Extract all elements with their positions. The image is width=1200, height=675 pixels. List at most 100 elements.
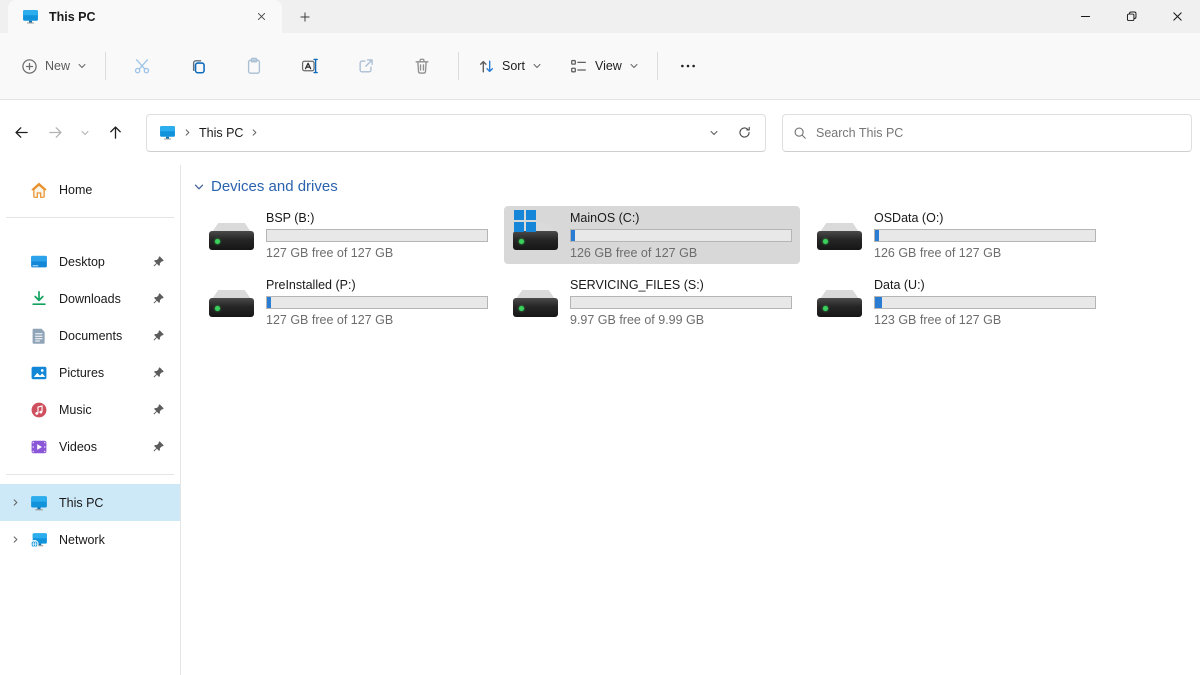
command-toolbar: New Sort View: [0, 33, 1200, 100]
drive-free-space: 126 GB free of 127 GB: [570, 245, 794, 261]
sidebar-item-downloads[interactable]: Downloads: [0, 280, 180, 317]
sort-button[interactable]: Sort: [467, 46, 552, 86]
search-box[interactable]: [782, 114, 1192, 152]
copy-button[interactable]: [178, 46, 218, 86]
chevron-down-icon[interactable]: [193, 181, 205, 193]
sidebar-item-label: This PC: [59, 496, 174, 510]
restore-button[interactable]: [1108, 0, 1154, 33]
search-input[interactable]: [816, 126, 1181, 140]
hard-drive-icon: [512, 213, 560, 261]
tab-close-icon[interactable]: [250, 6, 272, 28]
drive-tile-data[interactable]: Data (U:) 123 GB free of 127 GB: [808, 273, 1104, 331]
tab-this-pc[interactable]: This PC: [8, 0, 282, 33]
group-header-devices-and-drives[interactable]: Devices and drives: [193, 178, 1200, 195]
minimize-button[interactable]: [1062, 0, 1108, 33]
close-icon: [1171, 10, 1184, 23]
new-plus-icon: [20, 57, 38, 75]
delete-button[interactable]: [402, 46, 442, 86]
rename-icon: [301, 57, 319, 75]
chevron-down-icon: [709, 128, 719, 138]
arrow-right-icon: [48, 125, 63, 140]
toolbar-divider: [458, 52, 459, 80]
sidebar-item-this-pc[interactable]: This PC: [0, 484, 180, 521]
forward-button[interactable]: [38, 116, 72, 150]
sidebar-item-label: Home: [59, 183, 174, 197]
new-button[interactable]: New: [10, 46, 97, 86]
this-pc-icon: [159, 124, 176, 141]
sidebar-gap: [0, 227, 180, 243]
sidebar-item-desktop[interactable]: Desktop: [0, 243, 180, 280]
up-button[interactable]: [98, 116, 132, 150]
see-more-button[interactable]: [668, 46, 708, 86]
drive-name: SERVICING_FILES (S:): [570, 277, 794, 293]
sidebar-item-documents[interactable]: Documents: [0, 317, 180, 354]
breadcrumb-this-pc[interactable]: This PC: [199, 126, 243, 140]
sidebar-list: Home Desktop Downloads Documents Picture…: [0, 171, 180, 558]
file-explorer-window: This PC New Sort Vi: [0, 0, 1200, 675]
refresh-button[interactable]: [729, 118, 759, 148]
view-button[interactable]: View: [560, 46, 649, 86]
new-tab-button[interactable]: [290, 4, 320, 30]
drive-usage-fill: [875, 297, 882, 308]
drive-usage-fill: [267, 297, 271, 308]
plus-icon: [299, 11, 311, 23]
cut-button[interactable]: [122, 46, 162, 86]
navigation-row: This PC: [0, 100, 1200, 165]
sidebar-item-network[interactable]: Network: [0, 521, 180, 558]
recent-locations-button[interactable]: [72, 116, 98, 150]
drive-usage-bar: [570, 229, 792, 242]
share-button[interactable]: [346, 46, 386, 86]
sidebar: Home Desktop Downloads Documents Picture…: [0, 165, 181, 675]
address-bar[interactable]: This PC: [146, 114, 766, 152]
sidebar-item-label: Videos: [59, 440, 152, 454]
paste-button[interactable]: [234, 46, 274, 86]
drive-free-space: 126 GB free of 127 GB: [874, 245, 1098, 261]
drive-usage-bar: [266, 296, 488, 309]
sidebar-item-home[interactable]: Home: [0, 171, 180, 208]
chevron-down-icon: [629, 61, 639, 71]
group-header-label: Devices and drives: [211, 178, 338, 195]
this-pc-icon: [22, 8, 39, 25]
sidebar-divider: [6, 217, 174, 218]
hard-drive-icon: [512, 280, 560, 328]
toolbar-divider: [105, 52, 106, 80]
sidebar-item-music[interactable]: Music: [0, 391, 180, 428]
close-button[interactable]: [1154, 0, 1200, 33]
rename-button[interactable]: [290, 46, 330, 86]
downloads-icon: [30, 290, 48, 308]
pin-icon: [152, 329, 166, 343]
main-content: Devices and drives BSP (B:) 127 GB free …: [181, 165, 1200, 675]
hard-drive-icon: [208, 280, 256, 328]
chevron-right-icon: [183, 128, 192, 137]
hard-drive-icon: [208, 213, 256, 261]
pin-icon: [152, 292, 166, 306]
pictures-icon: [30, 364, 48, 382]
videos-icon: [30, 438, 48, 456]
sidebar-item-pictures[interactable]: Pictures: [0, 354, 180, 391]
drive-tile-servicing_files[interactable]: SERVICING_FILES (S:) 9.97 GB free of 9.9…: [504, 273, 800, 331]
drive-tile-bsp[interactable]: BSP (B:) 127 GB free of 127 GB: [200, 206, 496, 264]
chevron-right-icon[interactable]: [250, 128, 259, 137]
network-icon: [30, 531, 48, 549]
arrow-up-icon: [108, 125, 123, 140]
drive-tile-mainos[interactable]: MainOS (C:) 126 GB free of 127 GB: [504, 206, 800, 264]
hard-drive-icon: [816, 213, 864, 261]
body-row: Home Desktop Downloads Documents Picture…: [0, 165, 1200, 675]
pin-icon: [152, 403, 166, 417]
address-dropdown-button[interactable]: [699, 118, 729, 148]
delete-icon: [413, 57, 431, 75]
drive-tile-preinstalled[interactable]: PreInstalled (P:) 127 GB free of 127 GB: [200, 273, 496, 331]
sidebar-item-videos[interactable]: Videos: [0, 428, 180, 465]
back-button[interactable]: [4, 116, 38, 150]
new-label: New: [45, 59, 70, 73]
window-controls: [1062, 0, 1200, 33]
music-icon: [30, 401, 48, 419]
arrow-left-icon: [14, 125, 29, 140]
desktop-icon: [30, 253, 48, 271]
minimize-icon: [1079, 10, 1092, 23]
drive-tile-osdata[interactable]: OSData (O:) 126 GB free of 127 GB: [808, 206, 1104, 264]
drive-name: MainOS (C:): [570, 210, 794, 226]
chevron-right-icon[interactable]: [0, 498, 30, 507]
drive-usage-bar: [570, 296, 792, 309]
chevron-right-icon[interactable]: [0, 535, 30, 544]
